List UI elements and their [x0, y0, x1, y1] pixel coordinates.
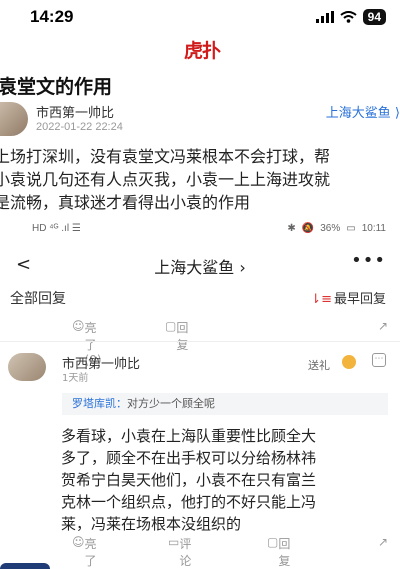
reply-button[interactable]: ▢ 回复 [267, 535, 290, 568]
reply-action-bar: ☺ 亮了(-1) ▭ 评论(2) ▢ 回复 ↗ [0, 535, 400, 568]
more-options-icon[interactable]: ⋯ [372, 353, 386, 367]
quoted-text: 对方少一个顾全呢 [127, 397, 215, 410]
quoted-reply[interactable]: 罗塔库凯：对方少一个顾全呢 [62, 393, 388, 415]
bluetooth-icon: ✱ [287, 223, 296, 234]
nav-title[interactable]: 上海大鲨鱼 › [0, 254, 400, 278]
divider [0, 341, 400, 342]
all-replies-label: 全部回复 [10, 291, 66, 307]
reply-line: 多了，顾全不在出手权可以分给杨林祎 [61, 449, 317, 467]
reply-line: 贺希宁白昊天他们，小袁不在只有富兰 [61, 471, 317, 489]
reply-line: 莱，冯莱在场根本没组织的 [61, 515, 242, 533]
post-line: 是流畅，真球迷才看得出小袁的作用 [0, 193, 251, 212]
post-line: 小袁说几句还有人点灭我，小袁一上上海进攻就 [0, 170, 331, 189]
reply-section-header: 全部回复 ⇂≡ 最早回复 [0, 288, 400, 312]
like-button[interactable]: ☺ 亮了(0) [72, 319, 102, 367]
battery-badge: 94 [362, 9, 386, 25]
wifi-icon [340, 11, 357, 23]
more-icon[interactable]: ••• [351, 250, 386, 271]
quoted-author[interactable]: 罗塔库凯： [72, 397, 127, 410]
mute-icon: 🔕 [301, 223, 315, 234]
signal-icon [315, 11, 334, 23]
sort-icon: ⇂≡ [310, 292, 332, 307]
embedded-time: 10:11 [361, 223, 386, 234]
embedded-status-bar: HD ⁴ᴳ .ıl ☰ ✱ 🔕 36% ▭ 10:11 [0, 223, 400, 239]
embedded-screenshot: HD ⁴ᴳ .ıl ☰ ✱ 🔕 36% ▭ 10:11 < 上海大鲨鱼 › ••… [0, 215, 400, 569]
status-time: 14:29 [30, 7, 74, 26]
gift-button[interactable]: 送礼 [308, 357, 330, 373]
share-icon[interactable]: ↗ [378, 535, 388, 549]
sort-button[interactable]: ⇂≡ 最早回复 [310, 288, 386, 307]
comment-button[interactable]: ▭ 评论(2) [168, 535, 191, 568]
post-date: 2022-01-22 22:24 [36, 121, 123, 133]
reply-time: 1天前 [62, 373, 89, 384]
status-bar: 14:29 94 [0, 0, 400, 36]
author-name[interactable]: 市西第一帅比 [36, 102, 114, 121]
reply-button[interactable]: ▢ 回复 [165, 319, 188, 352]
forum-link[interactable]: 上海大鲨鱼 ⟩ [326, 102, 400, 121]
battery-level: 36% [320, 223, 341, 234]
article-title: 袁堂文的作用 [0, 76, 113, 98]
reply-text: 多看球，小袁在上海队重要性比顾全大 多了，顾全不在出手权可以分给杨林祎 贺希宁白… [61, 425, 391, 535]
author-row: 市西第一帅比 2022-01-22 22:24 上海大鲨鱼 ⟩ [0, 100, 400, 140]
share-icon[interactable]: ↗ [378, 319, 388, 333]
reply-header: 市西第一帅比 1天前 送礼 ⋯ [0, 347, 400, 387]
like-button[interactable]: ☺ 亮了(-1) [72, 535, 97, 568]
top-action-bar: ☺ 亮了(0) ▢ 回复 ↗ [0, 319, 400, 367]
avatar[interactable] [8, 353, 46, 381]
network-status: HD ⁴ᴳ .ıl ☰ [32, 223, 81, 234]
hupu-logo: 虎扑 [184, 40, 221, 62]
gift-icon[interactable] [342, 355, 356, 369]
reply-line: 多看球，小袁在上海队重要性比顾全大 [61, 427, 317, 445]
post-line: 上场打深圳，没有袁堂文冯莱根本不会打球，帮 [0, 147, 331, 166]
avatar[interactable] [0, 102, 28, 136]
reply-line: 克林一个组织点，他打的不好只能上冯 [61, 493, 317, 511]
battery-icon: ▭ [346, 223, 356, 234]
post-body: 上场打深圳，没有袁堂文冯莱根本不会打球，帮 小袁说几句还有人点灭我，小袁一上上海… [0, 145, 400, 214]
nav-bar: < 上海大鲨鱼 › ••• [0, 248, 400, 284]
avatar [0, 563, 50, 569]
